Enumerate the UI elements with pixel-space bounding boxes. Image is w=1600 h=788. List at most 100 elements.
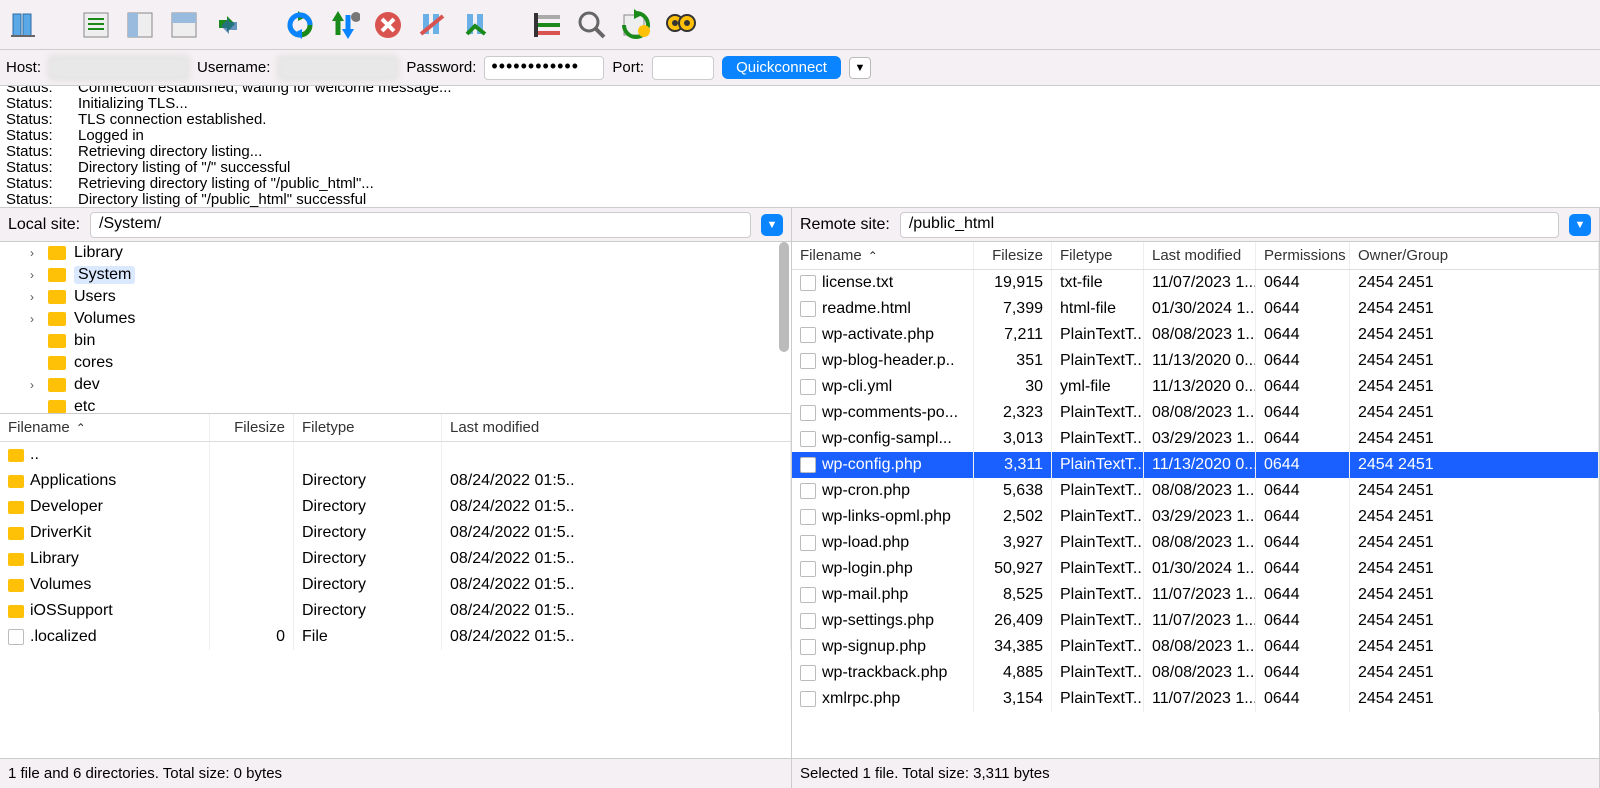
header-owner[interactable]: Owner/Group: [1350, 242, 1599, 269]
tree-item[interactable]: ›Users: [0, 286, 791, 308]
file-row[interactable]: wp-signup.php34,385PlainTextT...08/08/20…: [792, 634, 1599, 660]
file-row[interactable]: wp-comments-po...2,323PlainTextT...08/08…: [792, 400, 1599, 426]
password-input[interactable]: ••••••••••••: [484, 56, 604, 80]
filter-icon[interactable]: [530, 7, 566, 43]
reconnect-icon[interactable]: [458, 7, 494, 43]
tree-item-label: cores: [74, 354, 113, 372]
port-input[interactable]: [652, 56, 714, 80]
file-name: ..: [30, 446, 39, 464]
host-input[interactable]: [49, 56, 189, 80]
header-filetype[interactable]: Filetype: [294, 414, 442, 441]
process-queue-icon[interactable]: [326, 7, 362, 43]
remote-headers[interactable]: Filename⌃ Filesize Filetype Last modifie…: [792, 242, 1599, 270]
disconnect-icon[interactable]: [414, 7, 450, 43]
header-filesize[interactable]: Filesize: [974, 242, 1052, 269]
local-headers[interactable]: Filename⌃ Filesize Filetype Last modifie…: [0, 414, 791, 442]
log-label: Status:: [6, 160, 52, 176]
file-row[interactable]: wp-cron.php5,638PlainTextT...08/08/2023 …: [792, 478, 1599, 504]
file-row[interactable]: LibraryDirectory08/24/2022 01:5..: [0, 546, 791, 572]
header-filename[interactable]: Filename⌃: [0, 414, 210, 441]
file-type: txt-file: [1052, 270, 1144, 296]
file-row[interactable]: wp-load.php3,927PlainTextT...08/08/2023 …: [792, 530, 1599, 556]
expand-arrow-icon[interactable]: ›: [30, 312, 44, 326]
remote-file-list[interactable]: license.txt19,915txt-file11/07/2023 1...…: [792, 270, 1599, 758]
file-row[interactable]: wp-blog-header.p..351PlainTextT...11/13/…: [792, 348, 1599, 374]
local-path-dropdown[interactable]: ▼: [761, 214, 783, 236]
find-icon[interactable]: [662, 7, 698, 43]
compare-icon[interactable]: [618, 7, 654, 43]
quickconnect-button[interactable]: Quickconnect: [722, 56, 841, 79]
tree-item[interactable]: bin: [0, 330, 791, 352]
local-tree[interactable]: ›Library›System›Users›Volumesbin cores › de…: [0, 242, 791, 414]
site-manager-icon[interactable]: [6, 7, 42, 43]
file-type: PlainTextT...: [1052, 322, 1144, 348]
toggle-local-tree-icon[interactable]: [122, 7, 158, 43]
tree-item[interactable]: ›Library: [0, 242, 791, 264]
expand-arrow-icon[interactable]: ›: [30, 290, 44, 304]
file-row[interactable]: wp-links-opml.php2,502PlainTextT...03/29…: [792, 504, 1599, 530]
file-name: Applications: [30, 472, 116, 490]
tree-item[interactable]: etc: [0, 396, 791, 414]
file-type: PlainTextT...: [1052, 504, 1144, 530]
tree-item[interactable]: ›Volumes: [0, 308, 791, 330]
file-modified: 11/07/2023 1...: [1144, 582, 1256, 608]
file-row[interactable]: iOSSupportDirectory08/24/2022 01:5..: [0, 598, 791, 624]
tree-item[interactable]: ›System: [0, 264, 791, 286]
file-row[interactable]: wp-config.php3,311PlainTextT...11/13/202…: [792, 452, 1599, 478]
header-permissions[interactable]: Permissions: [1256, 242, 1350, 269]
file-row[interactable]: wp-mail.php8,525PlainTextT...11/07/2023 …: [792, 582, 1599, 608]
cancel-icon[interactable]: [370, 7, 406, 43]
file-icon: [800, 353, 816, 369]
file-permissions: 0644: [1256, 426, 1350, 452]
file-row[interactable]: .localized0File08/24/2022 01:5..: [0, 624, 791, 650]
file-row[interactable]: ApplicationsDirectory08/24/2022 01:5..: [0, 468, 791, 494]
remote-path-input[interactable]: /public_html: [900, 212, 1559, 238]
file-name: wp-cli.yml: [822, 378, 892, 396]
file-row[interactable]: DriverKitDirectory08/24/2022 01:5..: [0, 520, 791, 546]
file-row[interactable]: wp-login.php50,927PlainTextT...01/30/202…: [792, 556, 1599, 582]
header-filetype[interactable]: Filetype: [1052, 242, 1144, 269]
scrollbar-thumb[interactable]: [779, 242, 789, 352]
log-label: Status:: [6, 192, 52, 208]
file-row[interactable]: wp-trackback.php4,885PlainTextT...08/08/…: [792, 660, 1599, 686]
local-file-list[interactable]: .. ApplicationsDirectory08/24/2022 01:5..…: [0, 442, 791, 758]
remote-path-dropdown[interactable]: ▼: [1569, 214, 1591, 236]
file-row[interactable]: wp-config-sampl...3,013PlainTextT...03/2…: [792, 426, 1599, 452]
file-row[interactable]: DeveloperDirectory08/24/2022 01:5..: [0, 494, 791, 520]
file-row[interactable]: wp-settings.php26,409PlainTextT...11/07/…: [792, 608, 1599, 634]
tree-item[interactable]: cores: [0, 352, 791, 374]
local-path-input[interactable]: /System/: [90, 212, 751, 238]
expand-arrow-icon[interactable]: ›: [30, 268, 44, 282]
expand-arrow-icon[interactable]: ›: [30, 378, 44, 392]
file-row[interactable]: xmlrpc.php3,154PlainTextT...11/07/2023 1…: [792, 686, 1599, 712]
tree-item-label: dev: [74, 376, 100, 394]
file-permissions: 0644: [1256, 530, 1350, 556]
file-type: PlainTextT...: [1052, 634, 1144, 660]
toggle-queue-icon[interactable]: [210, 7, 246, 43]
file-row[interactable]: VolumesDirectory08/24/2022 01:5..: [0, 572, 791, 598]
expand-arrow-icon[interactable]: ›: [30, 246, 44, 260]
file-modified: 11/13/2020 0...: [1144, 348, 1256, 374]
header-filename[interactable]: Filename⌃: [792, 242, 974, 269]
file-row[interactable]: license.txt19,915txt-file11/07/2023 1...…: [792, 270, 1599, 296]
file-name: wp-config-sampl...: [822, 430, 952, 448]
header-modified[interactable]: Last modified: [1144, 242, 1256, 269]
quickconnect-dropdown[interactable]: ▼: [849, 57, 871, 79]
file-row[interactable]: ..: [0, 442, 791, 468]
file-row[interactable]: wp-cli.yml30yml-file11/13/2020 0...06442…: [792, 374, 1599, 400]
folder-icon: [48, 356, 66, 370]
file-row[interactable]: wp-activate.php7,211PlainTextT...08/08/2…: [792, 322, 1599, 348]
username-input[interactable]: [278, 56, 398, 80]
toggle-remote-tree-icon[interactable]: [166, 7, 202, 43]
file-row[interactable]: readme.html7,399html-file01/30/2024 1...…: [792, 296, 1599, 322]
search-icon[interactable]: [574, 7, 610, 43]
header-filesize[interactable]: Filesize: [210, 414, 294, 441]
log-label: Status:: [6, 112, 52, 128]
header-modified[interactable]: Last modified: [442, 414, 791, 441]
tree-item[interactable]: › dev: [0, 374, 791, 396]
toggle-log-icon[interactable]: [78, 7, 114, 43]
file-modified: 08/08/2023 1...: [1144, 634, 1256, 660]
log-label: Status:: [6, 128, 52, 144]
file-size: 7,211: [974, 322, 1052, 348]
refresh-icon[interactable]: [282, 7, 318, 43]
